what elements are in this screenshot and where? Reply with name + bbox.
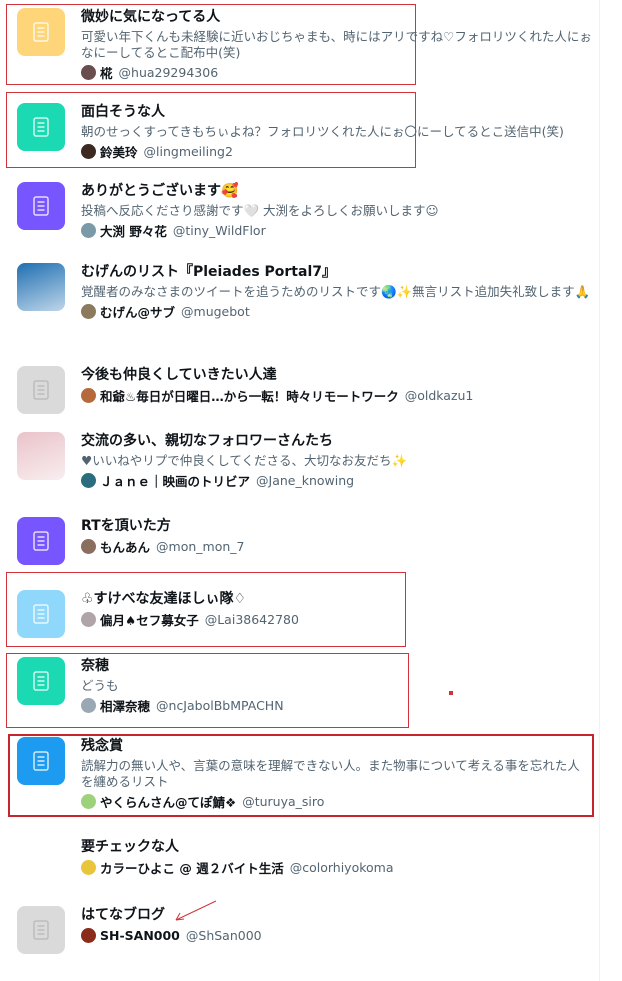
owner-name: 偏月♠セフ募女子 [100, 613, 199, 628]
list-description: ♥いいねやリプで仲良くしてくださる、大切なお友だち✨ [81, 453, 408, 468]
list-owner[interactable]: 大渕 野々花 @tiny_WildFlor [81, 222, 592, 239]
list-title[interactable]: RTを頂いた方 [81, 517, 592, 535]
list-icon [17, 366, 65, 414]
owner-handle: @tiny_WildFlor [172, 223, 266, 238]
annotation-arrow [175, 900, 217, 921]
list-title[interactable]: 微妙に気になってる人 [81, 8, 592, 26]
list-icon [17, 517, 65, 565]
list-title[interactable]: 今後も仲良くしていきたい人達 [81, 366, 592, 384]
list-title[interactable]: 要チェックな人 [81, 838, 592, 856]
avatar [81, 612, 96, 627]
list-icon [17, 8, 65, 56]
list-owner[interactable]: 椛 @hua29294306 [81, 64, 592, 81]
list-owner[interactable]: カラーひよこ @ 週２バイト生活 @colorhiyokoma [81, 859, 592, 876]
owner-handle: @ShSan000 [185, 928, 262, 943]
list-title[interactable]: ありがとうございます🥰 [81, 182, 592, 200]
list-title[interactable]: 交流の多い、親切なフォロワーさんたち [81, 432, 592, 450]
owner-handle: @lingmeiling2 [143, 144, 233, 159]
owner-handle: @hua29294306 [118, 65, 219, 80]
list-description: 可愛い年下くんも未経験に近いおじちゃまも、時にはアリですね♡フォロリツくれた人に… [81, 29, 592, 60]
list-icon [17, 103, 65, 151]
list-title[interactable]: 残念賞 [81, 737, 592, 755]
avatar [81, 65, 96, 80]
owner-handle: @oldkazu1 [404, 388, 474, 403]
list-owner[interactable]: 鈴美玲 @lingmeiling2 [81, 143, 592, 160]
list-owner[interactable]: むげん@サブ @mugebot [81, 303, 592, 320]
owner-handle: @turuya_siro [242, 794, 325, 809]
list-owner[interactable]: やくらんさん@てぽ鯖❖ @turuya_siro [81, 793, 592, 810]
list-icon [17, 737, 65, 785]
list-owner[interactable]: もんあん @mon_mon_7 [81, 538, 592, 555]
list-title[interactable]: 奈穂 [81, 657, 592, 675]
list-owner[interactable]: 相澤奈穂 @ncJabolBbMPACHN [81, 697, 592, 714]
owner-handle: @mugebot [181, 304, 250, 319]
list-icon [17, 657, 65, 705]
list-title[interactable]: ♧すけべな友達ほしぃ隊♢ [81, 590, 592, 608]
avatar [81, 860, 96, 875]
list-thumbnail [17, 838, 65, 886]
annotation-dot [449, 691, 453, 695]
list-description: 読解力の無い人や、言葉の意味を理解できない人。また物事について考える事を忘れた人… [81, 758, 580, 789]
avatar [81, 539, 96, 554]
list-description: 投稿へ反応くださり感謝です🤍 大渕をよろしくお願いします☺ [81, 203, 439, 218]
avatar [81, 794, 96, 809]
list-owner[interactable]: SH-SAN000 @ShSan000 [81, 927, 592, 944]
owner-name: カラーひよこ @ 週２バイト生活 [100, 861, 284, 876]
owner-name: もんあん [100, 540, 151, 555]
list-icon [17, 906, 65, 954]
owner-name: 大渕 野々花 [100, 224, 167, 239]
owner-name: やくらんさん@てぽ鯖❖ [100, 795, 237, 810]
owner-handle: @Jane_knowing [256, 473, 355, 488]
list-title[interactable]: 面白そうな人 [81, 103, 592, 121]
list-title[interactable]: はてなブログ [81, 906, 592, 924]
owner-name: 相澤奈穂 [100, 699, 151, 714]
list-icon [17, 590, 65, 638]
avatar [81, 928, 96, 943]
avatar [81, 698, 96, 713]
owner-handle: @colorhiyokoma [289, 860, 394, 875]
owner-name: SH-SAN000 [100, 928, 180, 943]
list-owner[interactable]: 偏月♠セフ募女子 @Lai38642780 [81, 611, 592, 628]
list-icon [17, 182, 65, 230]
avatar [81, 388, 96, 403]
owner-handle: @mon_mon_7 [156, 539, 245, 554]
lists-container: 微妙に気になってる人可愛い年下くんも未経験に近いおじちゃまも、時にはアリですね♡… [0, 0, 600, 981]
list-title[interactable]: むげんのリスト『Pleiades Portal7』 [81, 263, 592, 281]
list-thumbnail [17, 432, 65, 480]
avatar [81, 223, 96, 238]
list-thumbnail [17, 263, 65, 311]
owner-name: 椛 [100, 66, 113, 81]
list-description: どうも [81, 678, 119, 693]
owner-handle: @ncJabolBbMPACHN [156, 698, 284, 713]
owner-handle: @Lai38642780 [204, 612, 299, 627]
owner-name: 和爺♨毎日が日曜日…から一転！時々リモートワーク [100, 389, 399, 404]
avatar [81, 473, 96, 488]
avatar [81, 144, 96, 159]
list-owner[interactable]: Ｊａｎｅ｜映画のトリビア @Jane_knowing [81, 472, 592, 489]
owner-name: むげん@サブ [100, 305, 176, 320]
owner-name: Ｊａｎｅ｜映画のトリビア [100, 474, 251, 489]
list-description: 覚醒者のみなさまのツイートを追うためのリストです🌏✨無言リスト追加失礼致します🙏 [81, 284, 591, 299]
list-description: 朝のせっくすってきもちぃよね？フォロリツくれた人にぉ〇にーしてるとこ送信中(笑) [81, 124, 564, 139]
owner-name: 鈴美玲 [100, 145, 138, 160]
avatar [81, 304, 96, 319]
list-owner[interactable]: 和爺♨毎日が日曜日…から一転！時々リモートワーク @oldkazu1 [81, 387, 592, 404]
